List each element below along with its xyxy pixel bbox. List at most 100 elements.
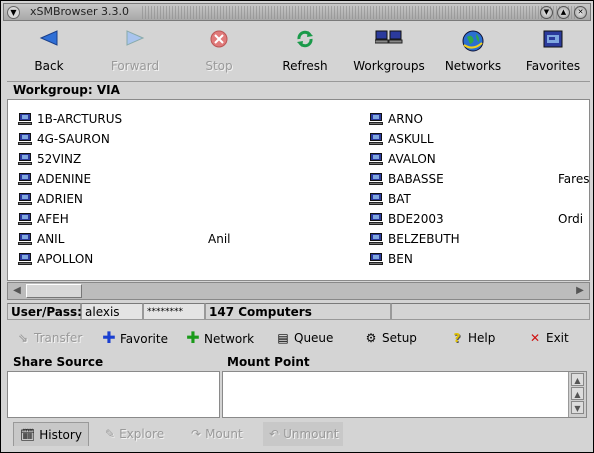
refresh-button[interactable]: Refresh (277, 29, 333, 77)
computer-icon (369, 173, 383, 185)
window-menu-icon[interactable]: ▼ (7, 6, 20, 19)
favorite-label: Favorite (120, 332, 168, 346)
computer-icon (369, 113, 383, 125)
queue-label: Queue (294, 331, 334, 345)
back-button[interactable]: Back (19, 29, 79, 77)
mount-button[interactable]: ↷ Mount (185, 422, 249, 446)
scroll-right-icon[interactable]: ▶ (572, 284, 588, 298)
computer-name: BDE2003 (388, 212, 444, 226)
password-field[interactable]: ******** (143, 303, 205, 320)
maximize-icon[interactable]: ▲ (557, 6, 570, 19)
help-label: Help (468, 331, 496, 345)
list-item[interactable]: 4G-SAURON (18, 130, 110, 148)
computer-name: AVALON (388, 152, 436, 166)
computer-icon (369, 233, 383, 245)
list-item[interactable]: AFEH (18, 210, 69, 228)
computer-name: BAT (388, 192, 411, 206)
computer-icon (18, 133, 32, 145)
list-item[interactable]: ASKULL (369, 130, 434, 148)
unmount-button[interactable]: ↶ Unmount (263, 422, 343, 446)
username-field[interactable]: alexis (81, 303, 143, 320)
forward-label: Forward (110, 59, 160, 73)
unmount-icon: ↶ (269, 427, 280, 441)
title-bar-grip (142, 6, 578, 19)
back-arrow-icon (19, 29, 79, 53)
computer-icon (18, 213, 32, 225)
scroll-up-icon[interactable]: ▲ (571, 373, 584, 386)
computer-icon (18, 193, 32, 205)
setup-icon: ⚙ (365, 331, 377, 345)
computer-comment: Ordi (558, 212, 584, 226)
exit-button[interactable]: ✕ Exit (527, 328, 569, 348)
help-button[interactable]: ? Help (449, 328, 496, 348)
plus-green-icon: ✚ (186, 328, 200, 347)
forward-button[interactable]: Forward (103, 29, 167, 77)
favorites-button[interactable]: Favorites (521, 29, 585, 77)
mount-point-pane[interactable] (222, 371, 587, 418)
list-item[interactable]: AVALON (369, 150, 436, 168)
mount-point-label: Mount Point (227, 355, 310, 369)
list-item[interactable]: ARNO (369, 110, 423, 128)
list-item[interactable]: BAT (369, 190, 411, 208)
list-item[interactable]: BDE2003 (369, 210, 444, 228)
computer-icon (18, 253, 32, 265)
list-item[interactable]: BELZEBUTH (369, 230, 460, 248)
refresh-label: Refresh (282, 59, 328, 73)
list-item[interactable]: 52VINZ (18, 150, 81, 168)
favorite-button[interactable]: ✚ Favorite (101, 328, 168, 348)
computer-comment: Fares (558, 172, 590, 186)
user-pass-label: User/Pass: (7, 303, 82, 320)
network-button[interactable]: ✚ Network (185, 328, 254, 348)
computer-name: ANIL (37, 232, 65, 246)
computer-name: 52VINZ (37, 152, 82, 166)
list-item[interactable]: APOLLON (18, 250, 93, 268)
globe-icon (443, 29, 503, 53)
action-bar: ⇘ Transfer ✚ Favorite ✚ Network ▤ Queue ⚙ Set… (7, 326, 590, 350)
forward-arrow-icon (103, 29, 167, 53)
list-item[interactable]: ADRIEN (18, 190, 83, 208)
computer-icon (369, 193, 383, 205)
computer-icon (369, 213, 383, 225)
computer-name: ARNO (388, 112, 423, 126)
transfer-button[interactable]: ⇘ Transfer (15, 328, 82, 348)
computer-list[interactable]: 1B-ARCTURUS 4G-SAURON 52VINZ ADENINE ADR… (7, 99, 590, 281)
list-item[interactable]: BABASSE (369, 170, 444, 188)
queue-button[interactable]: ▤ Queue (275, 328, 333, 348)
history-button[interactable]: 🗓 History (13, 422, 89, 446)
networks-button[interactable]: Networks (443, 29, 503, 77)
computer-icon (369, 133, 383, 145)
share-source-pane[interactable] (7, 371, 220, 418)
workgroups-button[interactable]: Workgroups (351, 29, 427, 77)
computer-icon (18, 173, 32, 185)
stop-button[interactable]: Stop (193, 29, 245, 77)
scroll-down-icon[interactable]: ▼ (571, 401, 584, 414)
list-item[interactable]: ANIL (18, 230, 64, 248)
setup-button[interactable]: ⚙ Setup (363, 328, 417, 348)
favorites-icon (521, 29, 585, 53)
horizontal-scrollbar[interactable]: ◀ ▶ (7, 282, 590, 300)
stop-icon (193, 29, 245, 53)
computer-name: BELZEBUTH (388, 232, 460, 246)
scrollbar-thumb[interactable] (26, 284, 82, 298)
transfer-icon: ⇘ (17, 331, 29, 345)
history-label: History (39, 428, 82, 442)
scroll-mid-icon[interactable]: ▲ (571, 387, 584, 400)
bottom-toolbar: 🗓 History ✎ Explore ↷ Mount ↶ Unmount (7, 419, 590, 449)
computer-icon (369, 253, 383, 265)
history-icon: 🗓 (20, 428, 36, 442)
stop-label: Stop (205, 59, 233, 73)
title-bar[interactable]: ▼ xSMBrowser 3.3.0 ▼ ▲ ✕ (3, 3, 591, 21)
scroll-left-icon[interactable]: ◀ (9, 284, 25, 298)
explore-button[interactable]: ✎ Explore (99, 422, 170, 446)
setup-label: Setup (382, 331, 417, 345)
list-item[interactable]: BEN (369, 250, 413, 268)
close-icon[interactable]: ✕ (574, 6, 587, 19)
minimize-icon[interactable]: ▼ (540, 6, 553, 19)
vertical-scrollbar[interactable]: ▲ ▲ ▼ (568, 372, 586, 417)
list-item[interactable]: ADENINE (18, 170, 91, 188)
networks-label: Networks (444, 59, 502, 73)
list-item[interactable]: 1B-ARCTURUS (18, 110, 122, 128)
computer-count: 147 Computers (205, 303, 391, 320)
help-icon: ? (453, 331, 461, 345)
exit-label: Exit (546, 331, 569, 345)
